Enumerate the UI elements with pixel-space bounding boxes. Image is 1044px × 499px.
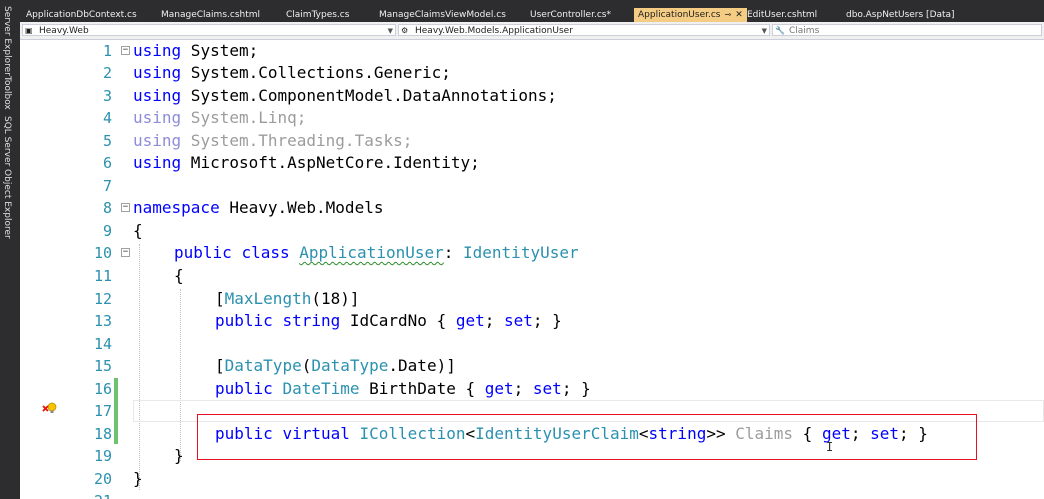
chevron-down-icon: ▼ bbox=[387, 27, 393, 35]
line-number: 6 bbox=[102, 154, 112, 172]
code-line-11: { bbox=[174, 266, 184, 285]
collapse-toggle-icon[interactable]: − bbox=[121, 248, 130, 257]
line-number: 7 bbox=[102, 177, 112, 195]
project-dropdown[interactable]: ▣ Heavy.Web ▼ bbox=[22, 24, 396, 36]
collapse-toggle-icon[interactable]: − bbox=[121, 46, 130, 55]
project-dropdown-value: Heavy.Web bbox=[39, 26, 89, 36]
code-line-2: using System.Collections.Generic; bbox=[133, 63, 451, 82]
line-number: 5 bbox=[102, 132, 112, 150]
line-number: 1 bbox=[102, 42, 112, 60]
tab-manageclaims-cshtml[interactable]: ManageClaims.cshtml bbox=[161, 8, 260, 22]
line-number: 4 bbox=[102, 109, 112, 127]
line-number: 20 bbox=[93, 470, 112, 488]
tab-label: ManageClaimsViewModel.cs bbox=[379, 10, 506, 20]
line-number: 9 bbox=[102, 222, 112, 240]
tab-applicationdbcontext[interactable]: ApplicationDbContext.cs bbox=[26, 8, 137, 22]
tool-window-strip: Server Explorer Toolbox SQL Server Objec… bbox=[0, 0, 20, 499]
code-line-10: public class ApplicationUser: IdentityUs… bbox=[174, 243, 579, 262]
tab-label: dbo.AspNetUsers [Data] bbox=[846, 10, 955, 20]
tab-edituser-cshtml[interactable]: EditUser.cshtml bbox=[747, 8, 817, 22]
tab-applicationuser[interactable]: ApplicationUser.cs ⊸ ✕ bbox=[634, 8, 747, 22]
line-number: 3 bbox=[102, 87, 112, 105]
code-line-16: public DateTime BirthDate { get; set; } bbox=[215, 379, 591, 398]
line-number: 8 bbox=[102, 199, 112, 217]
text-cursor-icon: I bbox=[826, 440, 834, 454]
document-tab-bar: ApplicationDbContext.cs ManageClaims.csh… bbox=[20, 0, 1044, 22]
code-line-13: public string IdCardNo { get; set; } bbox=[215, 311, 562, 330]
code-line-20: } bbox=[133, 469, 143, 488]
code-line-8: namespace Heavy.Web.Models bbox=[133, 198, 384, 217]
code-line-15: [DataType(DataType.Date)] bbox=[215, 356, 456, 375]
chevron-down-icon: ▼ bbox=[761, 27, 767, 35]
tab-strip: ApplicationDbContext.cs ManageClaims.csh… bbox=[20, 8, 1044, 22]
tab-label: ApplicationDbContext.cs bbox=[26, 10, 137, 20]
line-number: 10 bbox=[93, 244, 112, 262]
type-dropdown[interactable]: ⚙ Heavy.Web.Models.ApplicationUser ▼ bbox=[398, 24, 770, 36]
navigation-bar: ▣ Heavy.Web ▼ ⚙ Heavy.Web.Models.Applica… bbox=[20, 22, 1044, 40]
tab-manageclaimsviewmodel[interactable]: ManageClaimsViewModel.cs bbox=[379, 8, 506, 22]
line-number: 11 bbox=[93, 267, 112, 285]
code-line-1: using System; bbox=[133, 41, 259, 60]
toolbox-tab[interactable]: Toolbox bbox=[2, 76, 12, 110]
line-number: 17 bbox=[93, 402, 112, 420]
collapse-toggle-icon[interactable]: − bbox=[121, 203, 130, 212]
csharp-project-icon: ▣ bbox=[25, 26, 33, 35]
code-line-5: using System.Threading.Tasks; bbox=[133, 131, 413, 150]
line-number: 19 bbox=[93, 447, 112, 465]
line-number: 2 bbox=[102, 64, 112, 82]
code-line-19: } bbox=[174, 446, 184, 465]
pin-icon[interactable]: ⊸ bbox=[724, 10, 731, 19]
code-line-4: using System.Linq; bbox=[133, 108, 307, 127]
line-number: 15 bbox=[93, 357, 112, 375]
tab-label: ApplicationUser.cs bbox=[638, 10, 721, 20]
class-icon: ⚙ bbox=[401, 26, 409, 35]
highlight-box bbox=[197, 414, 977, 460]
server-explorer-tab[interactable]: Server Explorer bbox=[2, 6, 12, 76]
code-editor[interactable]: 1 2 3 4 5 6 7 8 9 10 11 12 13 14 15 16 1… bbox=[20, 40, 1044, 499]
line-number: 13 bbox=[93, 312, 112, 330]
tab-usercontroller[interactable]: UserController.cs* bbox=[530, 8, 611, 22]
tab-label: ManageClaims.cshtml bbox=[161, 10, 261, 20]
code-line-9: { bbox=[133, 221, 143, 240]
tab-label: UserController.cs* bbox=[530, 10, 611, 20]
type-dropdown-value: Heavy.Web.Models.ApplicationUser bbox=[415, 26, 573, 36]
tab-label: EditUser.cshtml bbox=[747, 10, 818, 20]
member-dropdown-value: Claims bbox=[789, 26, 820, 36]
line-number: 18 bbox=[93, 425, 112, 443]
code-line-3: using System.ComponentModel.DataAnnotati… bbox=[133, 86, 557, 105]
line-number: 12 bbox=[93, 290, 112, 308]
line-number: 16 bbox=[93, 380, 112, 398]
quick-actions-lightbulb-icon[interactable] bbox=[42, 402, 58, 419]
line-number: 21 bbox=[20, 490, 112, 499]
code-line-12: [MaxLength(18)] bbox=[215, 289, 360, 308]
member-dropdown[interactable]: 🔧 Claims bbox=[772, 24, 1042, 36]
sql-server-object-explorer-tab[interactable]: SQL Server Object Explorer bbox=[2, 116, 12, 239]
code-line-6: using Microsoft.AspNetCore.Identity; bbox=[133, 153, 480, 172]
line-number: 14 bbox=[93, 335, 112, 353]
tab-aspnetusers-data[interactable]: dbo.AspNetUsers [Data] bbox=[846, 8, 955, 22]
tab-label: ClaimTypes.cs bbox=[286, 10, 350, 20]
tab-claimtypes[interactable]: ClaimTypes.cs bbox=[286, 8, 349, 22]
wrench-property-icon: 🔧 bbox=[775, 26, 785, 35]
close-icon[interactable]: ✕ bbox=[735, 10, 743, 20]
